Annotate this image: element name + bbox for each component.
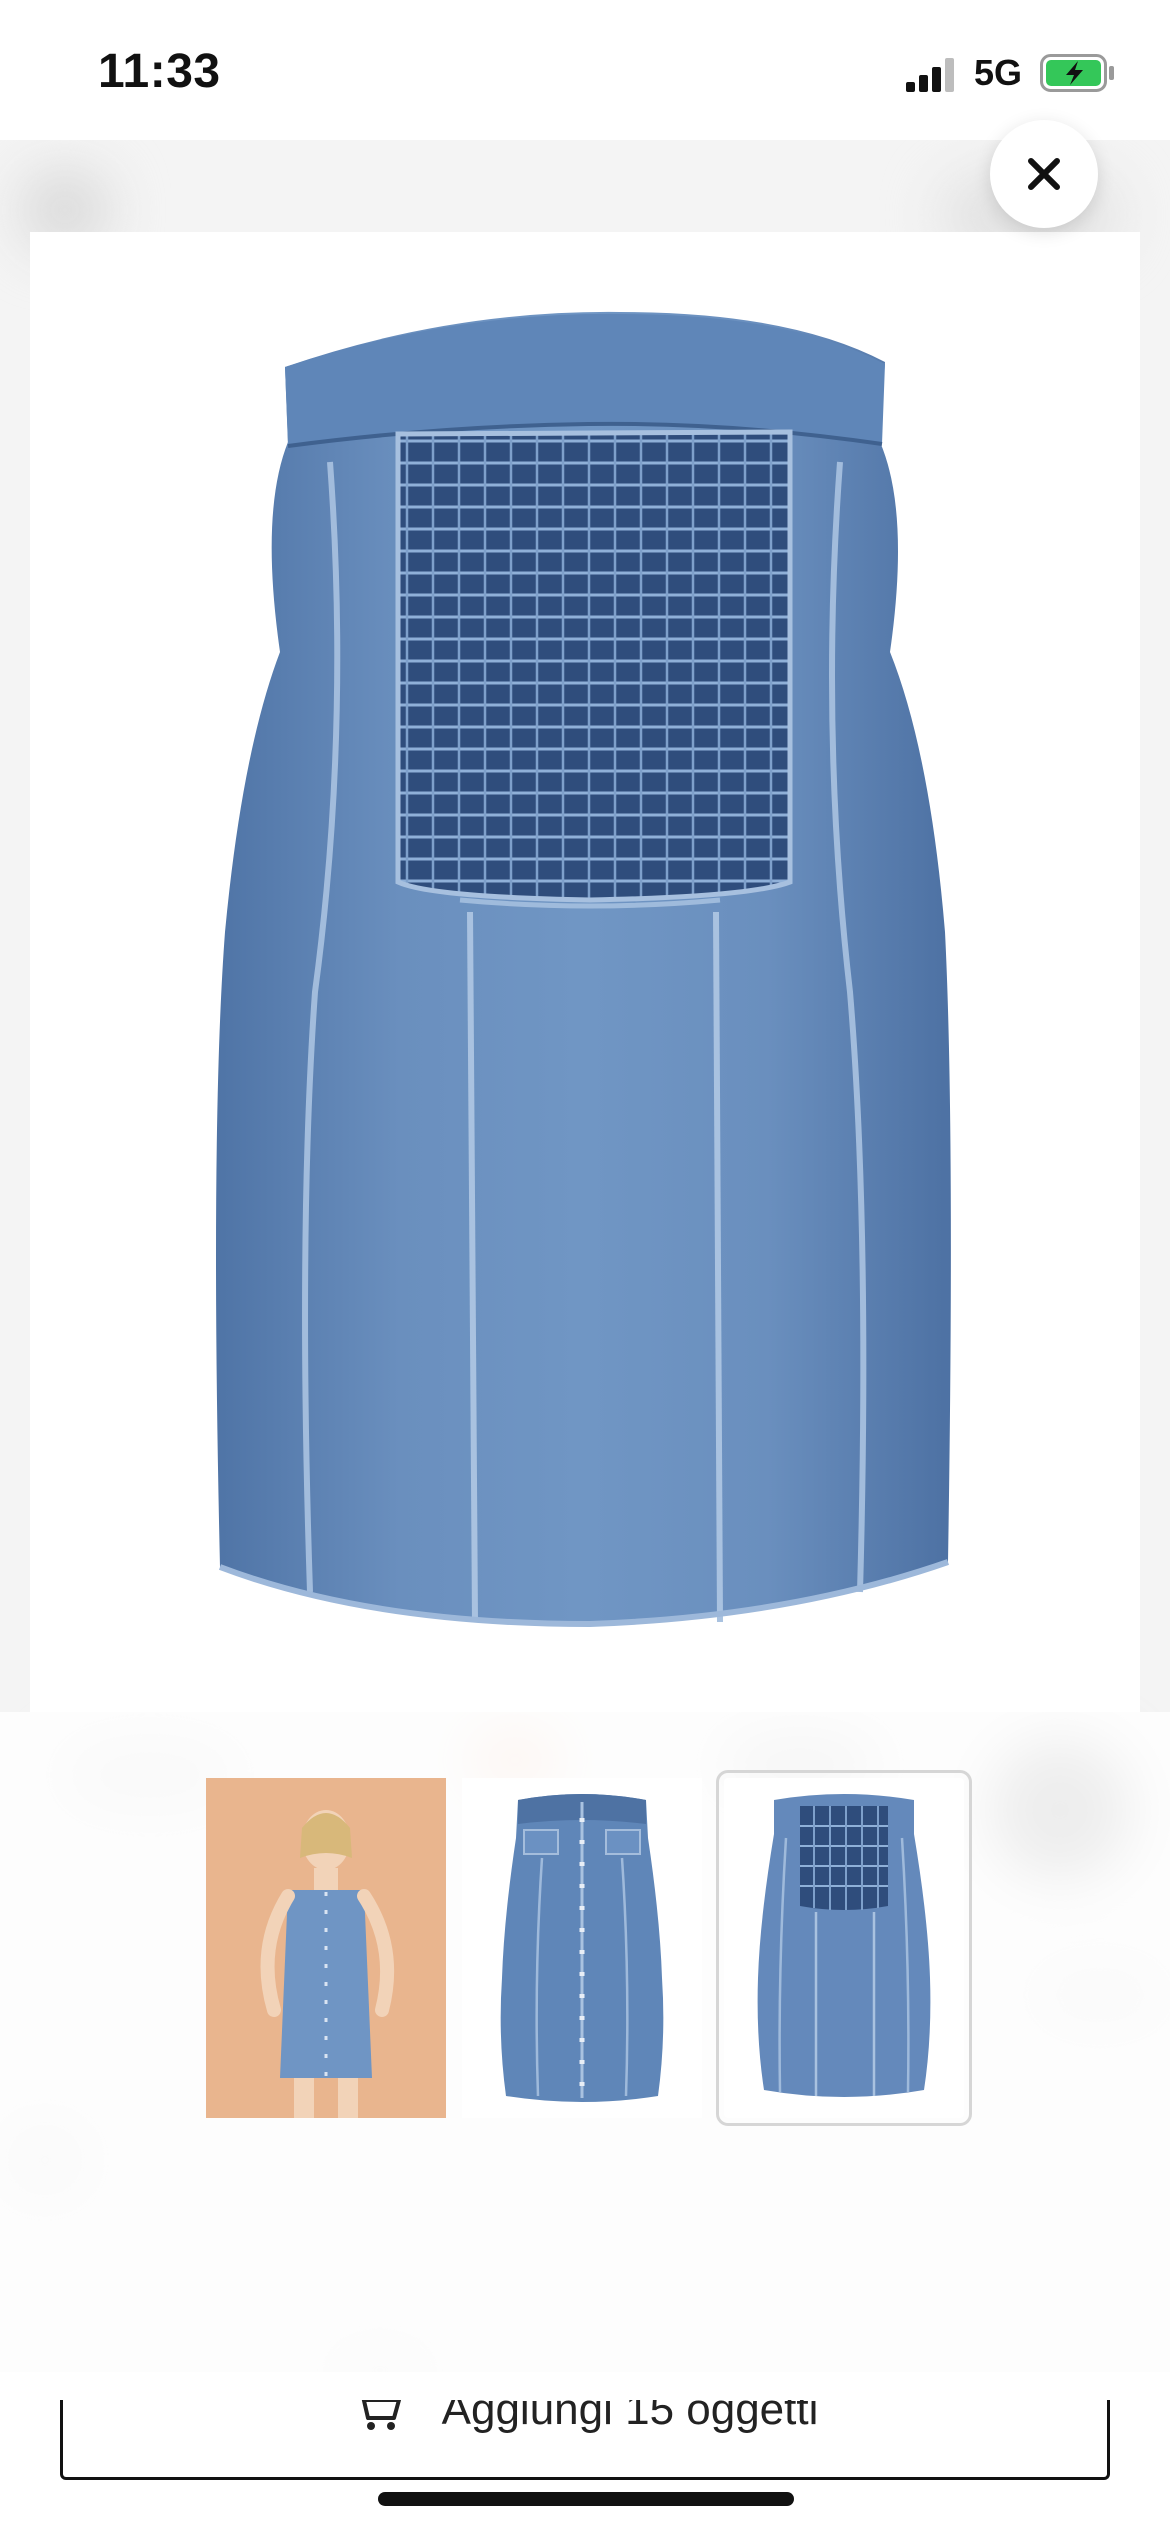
- model-photo-image: [206, 1778, 446, 2118]
- add-to-cart-label: Aggiungi 15 oggetti: [441, 2400, 819, 2434]
- status-bar: 11:33 5G: [0, 0, 1170, 140]
- close-button[interactable]: [990, 120, 1098, 228]
- status-time: 11:33: [98, 45, 221, 98]
- add-to-cart-button[interactable]: Aggiungi 15 oggetti: [60, 2400, 1110, 2480]
- close-icon: [1028, 158, 1060, 190]
- thumbnail-dress-back[interactable]: [716, 1770, 972, 2126]
- thumbnail-dress-front[interactable]: [462, 1778, 702, 2118]
- thumbnail-model-front[interactable]: [206, 1778, 446, 2118]
- battery-charging-icon: [1040, 54, 1114, 92]
- network-type: 5G: [974, 52, 1023, 93]
- home-indicator[interactable]: [378, 2492, 794, 2506]
- cellular-signal-icon: [906, 58, 954, 92]
- dress-front-image: [462, 1778, 702, 2118]
- product-image-viewer[interactable]: [30, 232, 1140, 1712]
- cart-icon: [361, 2400, 401, 2430]
- dress-back-image: [724, 1778, 964, 2118]
- product-image-dress-back[interactable]: [30, 232, 1140, 1712]
